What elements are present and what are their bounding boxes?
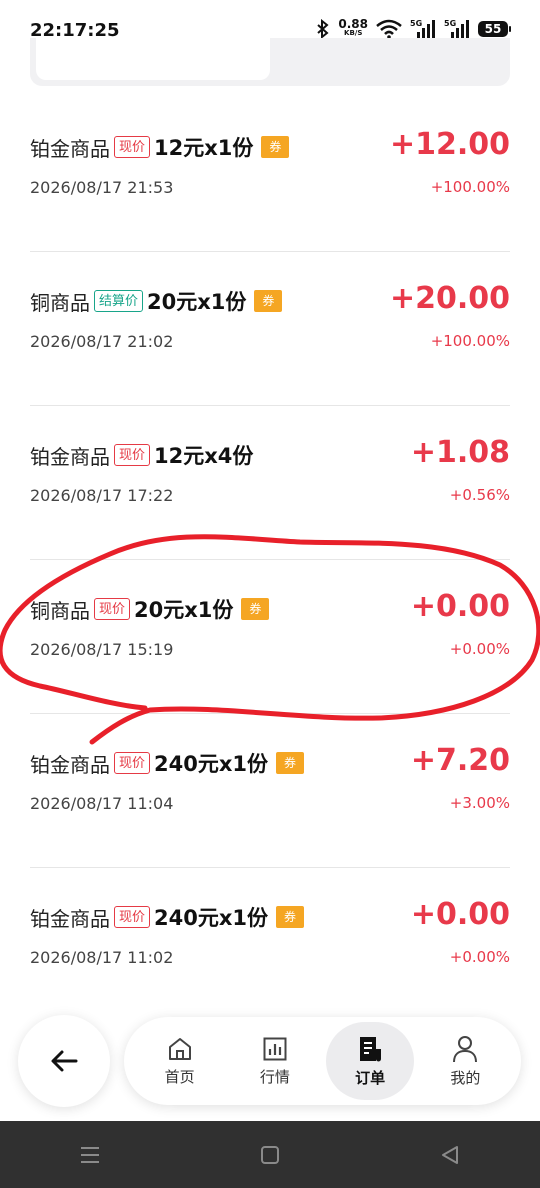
wifi-icon [376,19,402,39]
nav-item-profile[interactable]: 我的 [421,1022,509,1100]
status-icons: 0.88 KB/S 5G 5G 55 [316,17,511,39]
order-item[interactable]: 铂金商品 现价 240元x1份 券 2026/08/17 11:02 +0.00… [30,868,510,1022]
order-date: 2026/08/17 21:53 [30,178,174,197]
order-profit: +12.00 [389,127,510,162]
order-date: 2026/08/17 11:04 [30,794,174,813]
nav-label: 我的 [450,1068,481,1087]
bluetooth-icon [317,19,329,39]
price-tag: 现价 [114,136,151,158]
order-item[interactable]: 铜商品 现价 20元x1份 券 2026/08/17 15:19 +0.00 +… [30,560,510,714]
order-type-tabs[interactable] [30,38,510,86]
order-percent: +100.00% [430,178,510,196]
home-icon [168,1037,191,1060]
coupon-badge: 券 [261,136,290,158]
order-date: 2026/08/17 17:22 [30,486,174,505]
order-spec: 12元x4份 [154,444,254,468]
order-date: 2026/08/17 15:19 [30,640,174,659]
product-name: 铂金商品 [30,444,110,469]
nav-label: 首页 [164,1067,195,1086]
order-percent: +100.00% [430,332,510,350]
order-icon [360,1036,382,1061]
signal-icon: 5G [410,19,436,39]
order-spec: 20元x1份 [147,290,247,314]
order-spec: 20元x1份 [134,598,234,622]
nav-item-market[interactable]: 行情 [231,1022,319,1100]
coupon-badge: 券 [254,290,283,312]
price-tag: 现价 [114,444,151,466]
chart-icon [263,1037,287,1060]
order-percent: +0.00% [449,948,510,966]
order-spec: 12元x1份 [154,136,254,160]
price-tag: 现价 [114,906,151,928]
user-icon [453,1035,478,1062]
order-date: 2026/08/17 11:02 [30,948,174,967]
triangle-back-icon [442,1145,458,1164]
coupon-badge: 券 [241,598,270,620]
order-percent: +3.00% [449,794,510,812]
order-item[interactable]: 铂金商品 现价 12元x1份 券 2026/08/17 21:53 +12.00… [30,98,510,252]
net-speed: 0.88 KB/S [338,17,368,37]
order-list: 铂金商品 现价 12元x1份 券 2026/08/17 21:53 +12.00… [30,98,510,1022]
order-item[interactable]: 铜商品 结算价 20元x1份 券 2026/08/17 21:02 +20.00… [30,252,510,406]
back-key[interactable] [430,1135,470,1175]
square-icon [261,1145,279,1164]
order-spec: 240元x1份 [154,752,269,776]
nav-label: 订单 [355,1068,386,1087]
order-profit: +7.20 [410,743,510,778]
order-item[interactable]: 铂金商品 现价 240元x1份 券 2026/08/17 11:04 +7.20… [30,714,510,868]
product-name: 铂金商品 [30,906,110,931]
order-item[interactable]: 铂金商品 现价 12元x4份 2026/08/17 17:22 +1.08 +0… [30,406,510,560]
product-name: 铂金商品 [30,136,110,161]
menu-key[interactable] [70,1135,110,1175]
product-name: 铜商品 [30,598,90,623]
nav-item-home[interactable]: 首页 [136,1022,224,1100]
nav-item-orders[interactable]: 订单 [326,1022,415,1100]
order-percent: +0.56% [449,486,510,504]
order-profit: +0.00 [410,589,510,624]
order-profit: +20.00 [389,281,510,316]
order-percent: +0.00% [449,640,510,658]
signal-icon: 5G [444,19,470,39]
nav-label: 行情 [259,1067,290,1086]
menu-icon [81,1146,99,1163]
product-name: 铜商品 [30,290,90,315]
battery-icon: 55 [478,21,511,37]
order-profit: +0.00 [410,897,510,932]
price-tag: 现价 [94,598,131,620]
coupon-badge: 券 [276,906,305,928]
product-name: 铂金商品 [30,752,110,777]
order-profit: +1.08 [410,435,510,470]
system-nav-bar [0,1121,540,1188]
tab-active[interactable] [36,38,270,80]
price-tag: 现价 [114,752,151,774]
home-key[interactable] [250,1135,290,1175]
bottom-nav: 首页 行情 订单 我的 [124,1017,521,1105]
coupon-badge: 券 [276,752,305,774]
price-tag: 结算价 [94,290,144,312]
order-spec: 240元x1份 [154,906,269,930]
back-button[interactable] [18,1015,110,1107]
arrow-left-icon [51,1050,78,1072]
order-date: 2026/08/17 21:02 [30,332,174,351]
